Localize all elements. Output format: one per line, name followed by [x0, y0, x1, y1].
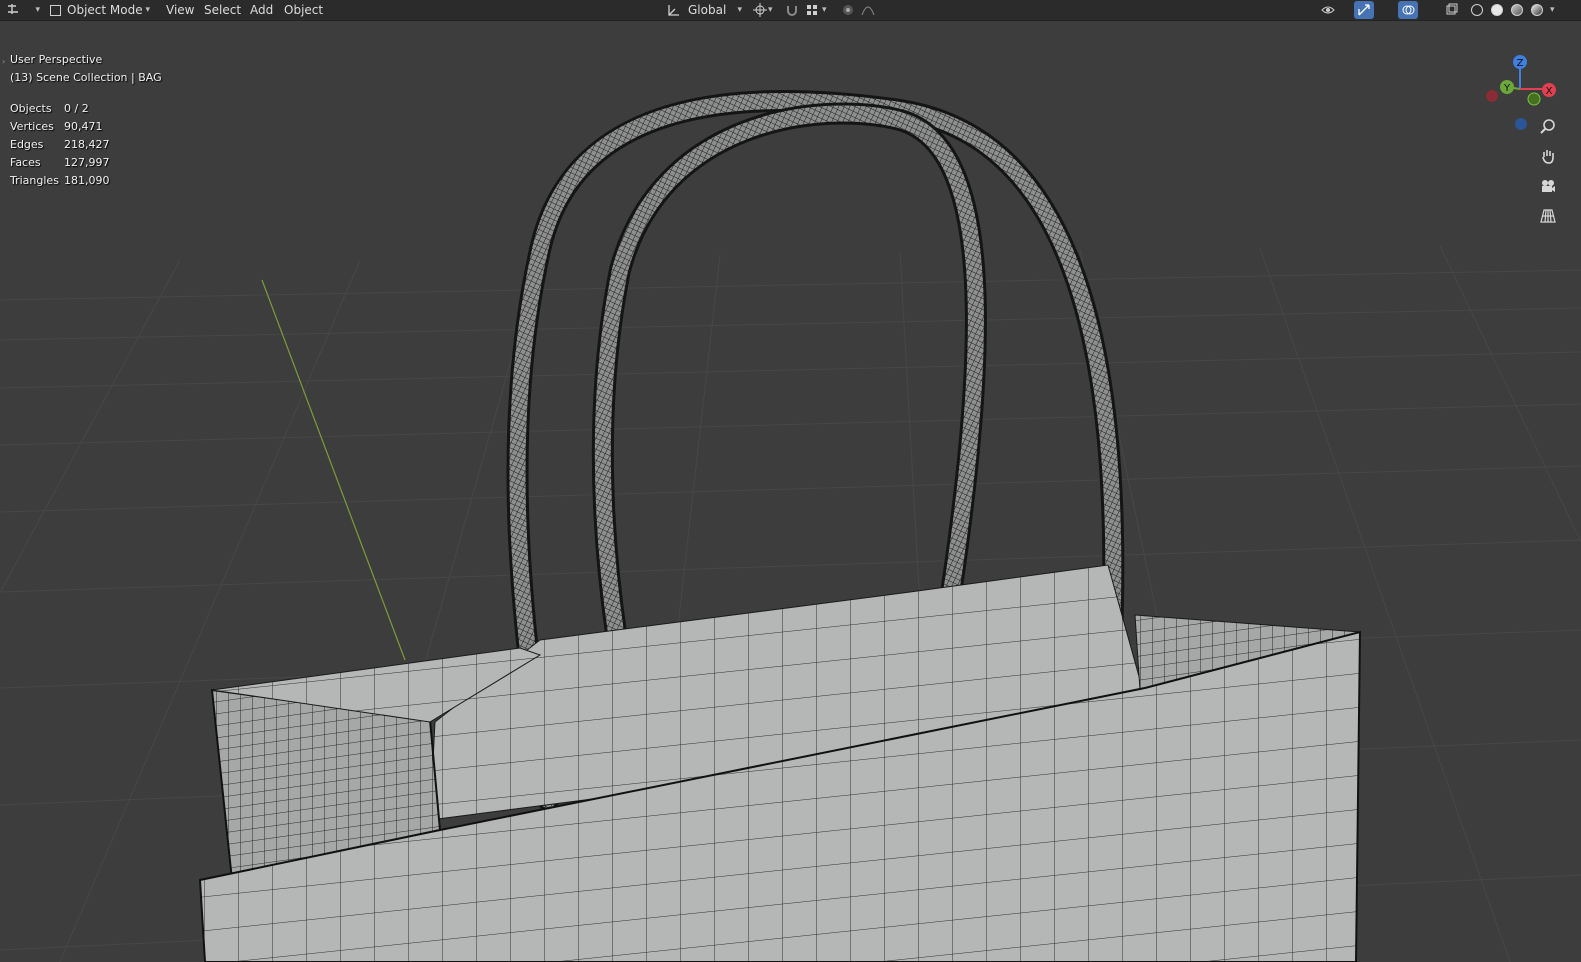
- orientation-icon: [668, 5, 679, 16]
- chevron-down-icon[interactable]: ▾: [1550, 0, 1555, 20]
- stat-label: Objects: [10, 101, 52, 115]
- magnet-icon: [787, 6, 797, 16]
- rendered-sphere-icon: [1531, 4, 1543, 16]
- chevron-down-icon: ▾: [35, 5, 40, 15]
- gizmo-icon: [1358, 4, 1370, 16]
- mode-selector[interactable]: Object Mode ▾: [44, 1, 154, 19]
- pivot-point-button[interactable]: [750, 0, 770, 20]
- perspective-toggle-button[interactable]: [1535, 203, 1561, 229]
- neg-z-axis-ball: [1515, 118, 1527, 130]
- editor-type-icon: [8, 4, 18, 14]
- stat-label: Triangles: [10, 173, 59, 187]
- chevron-down-icon: ▾: [145, 5, 150, 15]
- z-axis-label: Z: [1517, 58, 1524, 69]
- chevron-down-icon[interactable]: ▾: [822, 0, 827, 20]
- x-axis-label: X: [1546, 86, 1553, 97]
- scene-statistics: Objects 0 / 2 Vertices 90,471 Edges 218,…: [10, 99, 110, 189]
- transform-orientation-select[interactable]: Global ▾: [662, 0, 746, 20]
- collection-info: (13) Scene Collection | BAG: [10, 71, 162, 84]
- menu-view[interactable]: View: [162, 0, 198, 20]
- neg-x-axis-ball: [1486, 90, 1498, 102]
- view-name: User Perspective: [10, 53, 103, 66]
- shading-wireframe-button[interactable]: [1468, 0, 1486, 20]
- stat-row-edges: Edges 218,427: [10, 135, 110, 153]
- pan-hand-icon: [1542, 150, 1554, 164]
- proportional-edit-icon: [843, 5, 853, 15]
- grid-view-icon: [1540, 209, 1556, 223]
- stat-value: 127,997: [64, 155, 110, 169]
- stat-row-faces: Faces 127,997: [10, 153, 110, 171]
- shading-rendered-button[interactable]: [1528, 0, 1546, 20]
- 3d-viewport[interactable]: › User Perspective (13) Scene Collection…: [0, 21, 1581, 962]
- stat-value: 218,427: [64, 137, 110, 151]
- stat-value: 0 / 2: [64, 101, 89, 115]
- shading-material-button[interactable]: [1508, 0, 1526, 20]
- snap-target-button[interactable]: [802, 0, 822, 20]
- y-axis-line: [261, 279, 406, 661]
- camera-view-button[interactable]: [1535, 173, 1561, 199]
- menu-select[interactable]: Select: [200, 0, 245, 20]
- material-sphere-icon: [1511, 4, 1523, 16]
- xray-icon: [1446, 3, 1458, 15]
- stat-row-vertices: Vertices 90,471: [10, 117, 110, 135]
- chevron-down-icon[interactable]: ▾: [768, 0, 773, 20]
- snap-toggle-button[interactable]: [782, 0, 802, 20]
- gizmo-toggle-button[interactable]: [1354, 1, 1374, 19]
- stat-value: 181,090: [64, 173, 110, 187]
- shading-solid-button[interactable]: [1488, 0, 1506, 20]
- stat-label: Vertices: [10, 119, 54, 133]
- falloff-curve-icon: [861, 6, 875, 16]
- stat-label: Edges: [10, 137, 44, 151]
- falloff-button[interactable]: [858, 0, 878, 20]
- menu-object[interactable]: Object: [280, 0, 327, 20]
- overlays-icon: [1402, 5, 1415, 15]
- wireframe-sphere-icon: [1471, 4, 1483, 16]
- chevron-down-icon: ▾: [737, 5, 742, 15]
- stat-row-objects: Objects 0 / 2: [10, 99, 110, 117]
- orientation-label: Global: [688, 3, 727, 17]
- overlays-toggle-button[interactable]: [1398, 1, 1418, 19]
- snap-grid-icon: [807, 5, 817, 15]
- solid-sphere-icon: [1491, 4, 1503, 16]
- visibility-button[interactable]: [1318, 0, 1338, 20]
- expand-arrow-icon[interactable]: ›: [2, 57, 5, 66]
- editor-type-button[interactable]: ▾: [6, 0, 40, 20]
- pivot-icon: [753, 3, 767, 17]
- stat-row-triangles: Triangles 181,090: [10, 171, 110, 189]
- xray-toggle-button[interactable]: [1442, 0, 1462, 20]
- pan-button[interactable]: [1535, 143, 1561, 169]
- object-mode-icon: [50, 4, 61, 16]
- zoom-button[interactable]: [1535, 113, 1561, 139]
- eye-icon: [1321, 6, 1335, 14]
- mode-label: Object Mode: [67, 3, 143, 17]
- stat-value: 90,471: [64, 119, 103, 133]
- y-axis-label: Y: [1503, 83, 1511, 94]
- zoom-icon: [1540, 119, 1555, 134]
- scene-canvas: [0, 89, 1581, 962]
- menu-add[interactable]: Add: [246, 0, 277, 20]
- proportional-edit-button[interactable]: [838, 0, 858, 20]
- viewport-header: ▾ Object Mode ▾ View Select Add Object G…: [0, 0, 1581, 21]
- stat-label: Faces: [10, 155, 41, 169]
- neg-y-axis-ball: [1527, 92, 1541, 106]
- camera-icon: [1542, 180, 1555, 192]
